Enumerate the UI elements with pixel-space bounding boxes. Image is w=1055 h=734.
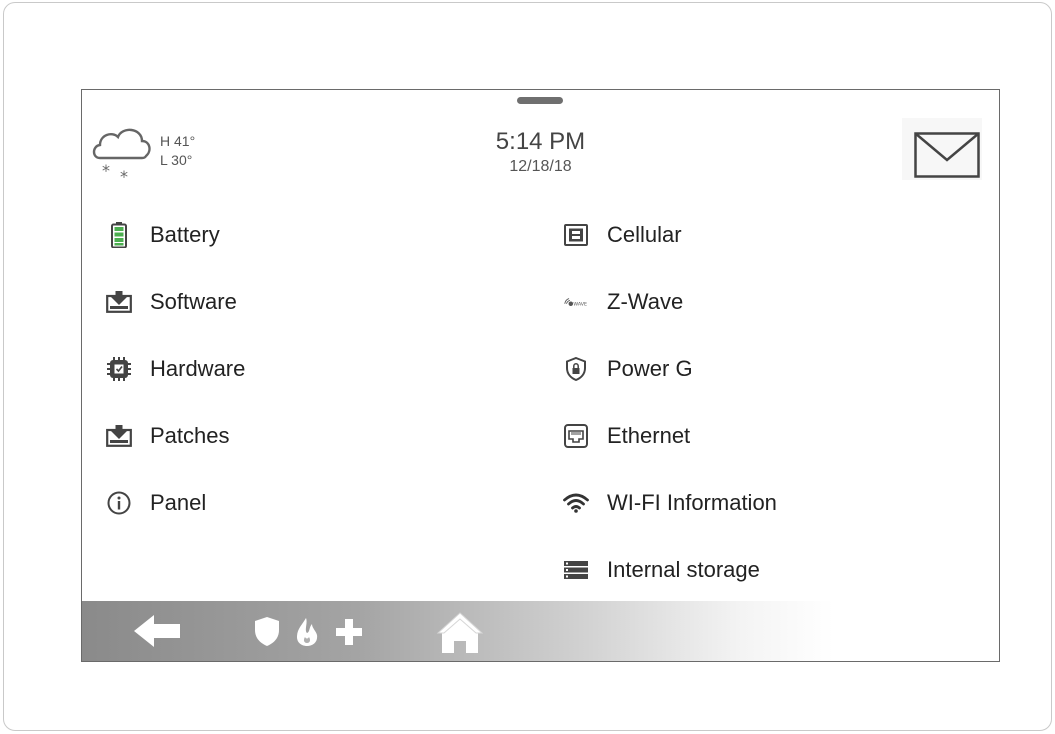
menu-item-patches[interactable]: Patches xyxy=(106,423,245,490)
sim-icon xyxy=(563,222,589,248)
menu-item-hardware[interactable]: Hardware xyxy=(106,356,245,423)
shield-icon[interactable] xyxy=(252,611,282,656)
envelope-icon xyxy=(914,132,980,178)
menu-item-zwave[interactable]: WAVE Z-Wave xyxy=(563,289,777,356)
info-icon xyxy=(106,490,132,516)
shield-lock-icon xyxy=(563,356,589,382)
home-icon[interactable] xyxy=(436,611,484,660)
storage-icon xyxy=(563,557,589,583)
menu-item-battery[interactable]: Battery xyxy=(106,222,245,289)
menu-label-panel: Panel xyxy=(150,490,207,515)
ethernet-icon xyxy=(563,423,589,449)
messages-button[interactable] xyxy=(902,118,982,180)
menu-item-power-g[interactable]: Power G xyxy=(563,356,777,423)
plus-icon[interactable] xyxy=(334,611,364,656)
fire-icon[interactable] xyxy=(292,611,322,656)
clock-time: 5:14 PM xyxy=(495,128,586,155)
menu-label-software: Software xyxy=(150,289,237,314)
wifi-icon xyxy=(563,490,589,516)
menu-label-ethernet: Ethernet xyxy=(607,423,691,448)
menu-label-cellular: Cellular xyxy=(607,222,682,247)
menu-item-wifi[interactable]: WI-FI Information xyxy=(563,490,777,557)
clock: 5:14 PM 12/18/18 xyxy=(82,128,999,176)
left-menu: Battery Software Hardware Patches Panel xyxy=(106,222,245,557)
menu-label-internal-storage: Internal storage xyxy=(607,557,760,582)
chip-icon xyxy=(106,356,132,382)
menu-label-power-g: Power G xyxy=(607,356,693,381)
svg-text:WAVE: WAVE xyxy=(573,301,587,307)
menu-label-zwave: Z-Wave xyxy=(607,289,684,314)
menu-label-hardware: Hardware xyxy=(150,356,246,381)
menu-label-patches: Patches xyxy=(150,423,230,448)
pull-down-handle[interactable] xyxy=(517,97,563,104)
zwave-icon: WAVE xyxy=(563,289,589,315)
download-box-icon xyxy=(106,423,132,449)
menu-item-ethernet[interactable]: Ethernet xyxy=(563,423,777,490)
download-box-icon xyxy=(106,289,132,315)
menu-item-panel[interactable]: Panel xyxy=(106,490,245,557)
menu-label-wifi: WI-FI Information xyxy=(607,490,777,515)
device-frame: * * H 41° L 30° 5:14 PM 12/18/18 Battery… xyxy=(3,2,1052,731)
bottom-nav-bar xyxy=(82,601,999,661)
right-menu: Cellular WAVE Z-Wave Power G Ethernet WI… xyxy=(563,222,777,624)
menu-item-software[interactable]: Software xyxy=(106,289,245,356)
panel-screen: * * H 41° L 30° 5:14 PM 12/18/18 Battery… xyxy=(81,89,1000,662)
back-arrow-icon[interactable] xyxy=(132,611,182,656)
battery-icon xyxy=(106,222,132,248)
menu-label-battery: Battery xyxy=(150,222,220,247)
menu-item-cellular[interactable]: Cellular xyxy=(563,222,777,289)
clock-date: 12/18/18 xyxy=(509,158,572,175)
